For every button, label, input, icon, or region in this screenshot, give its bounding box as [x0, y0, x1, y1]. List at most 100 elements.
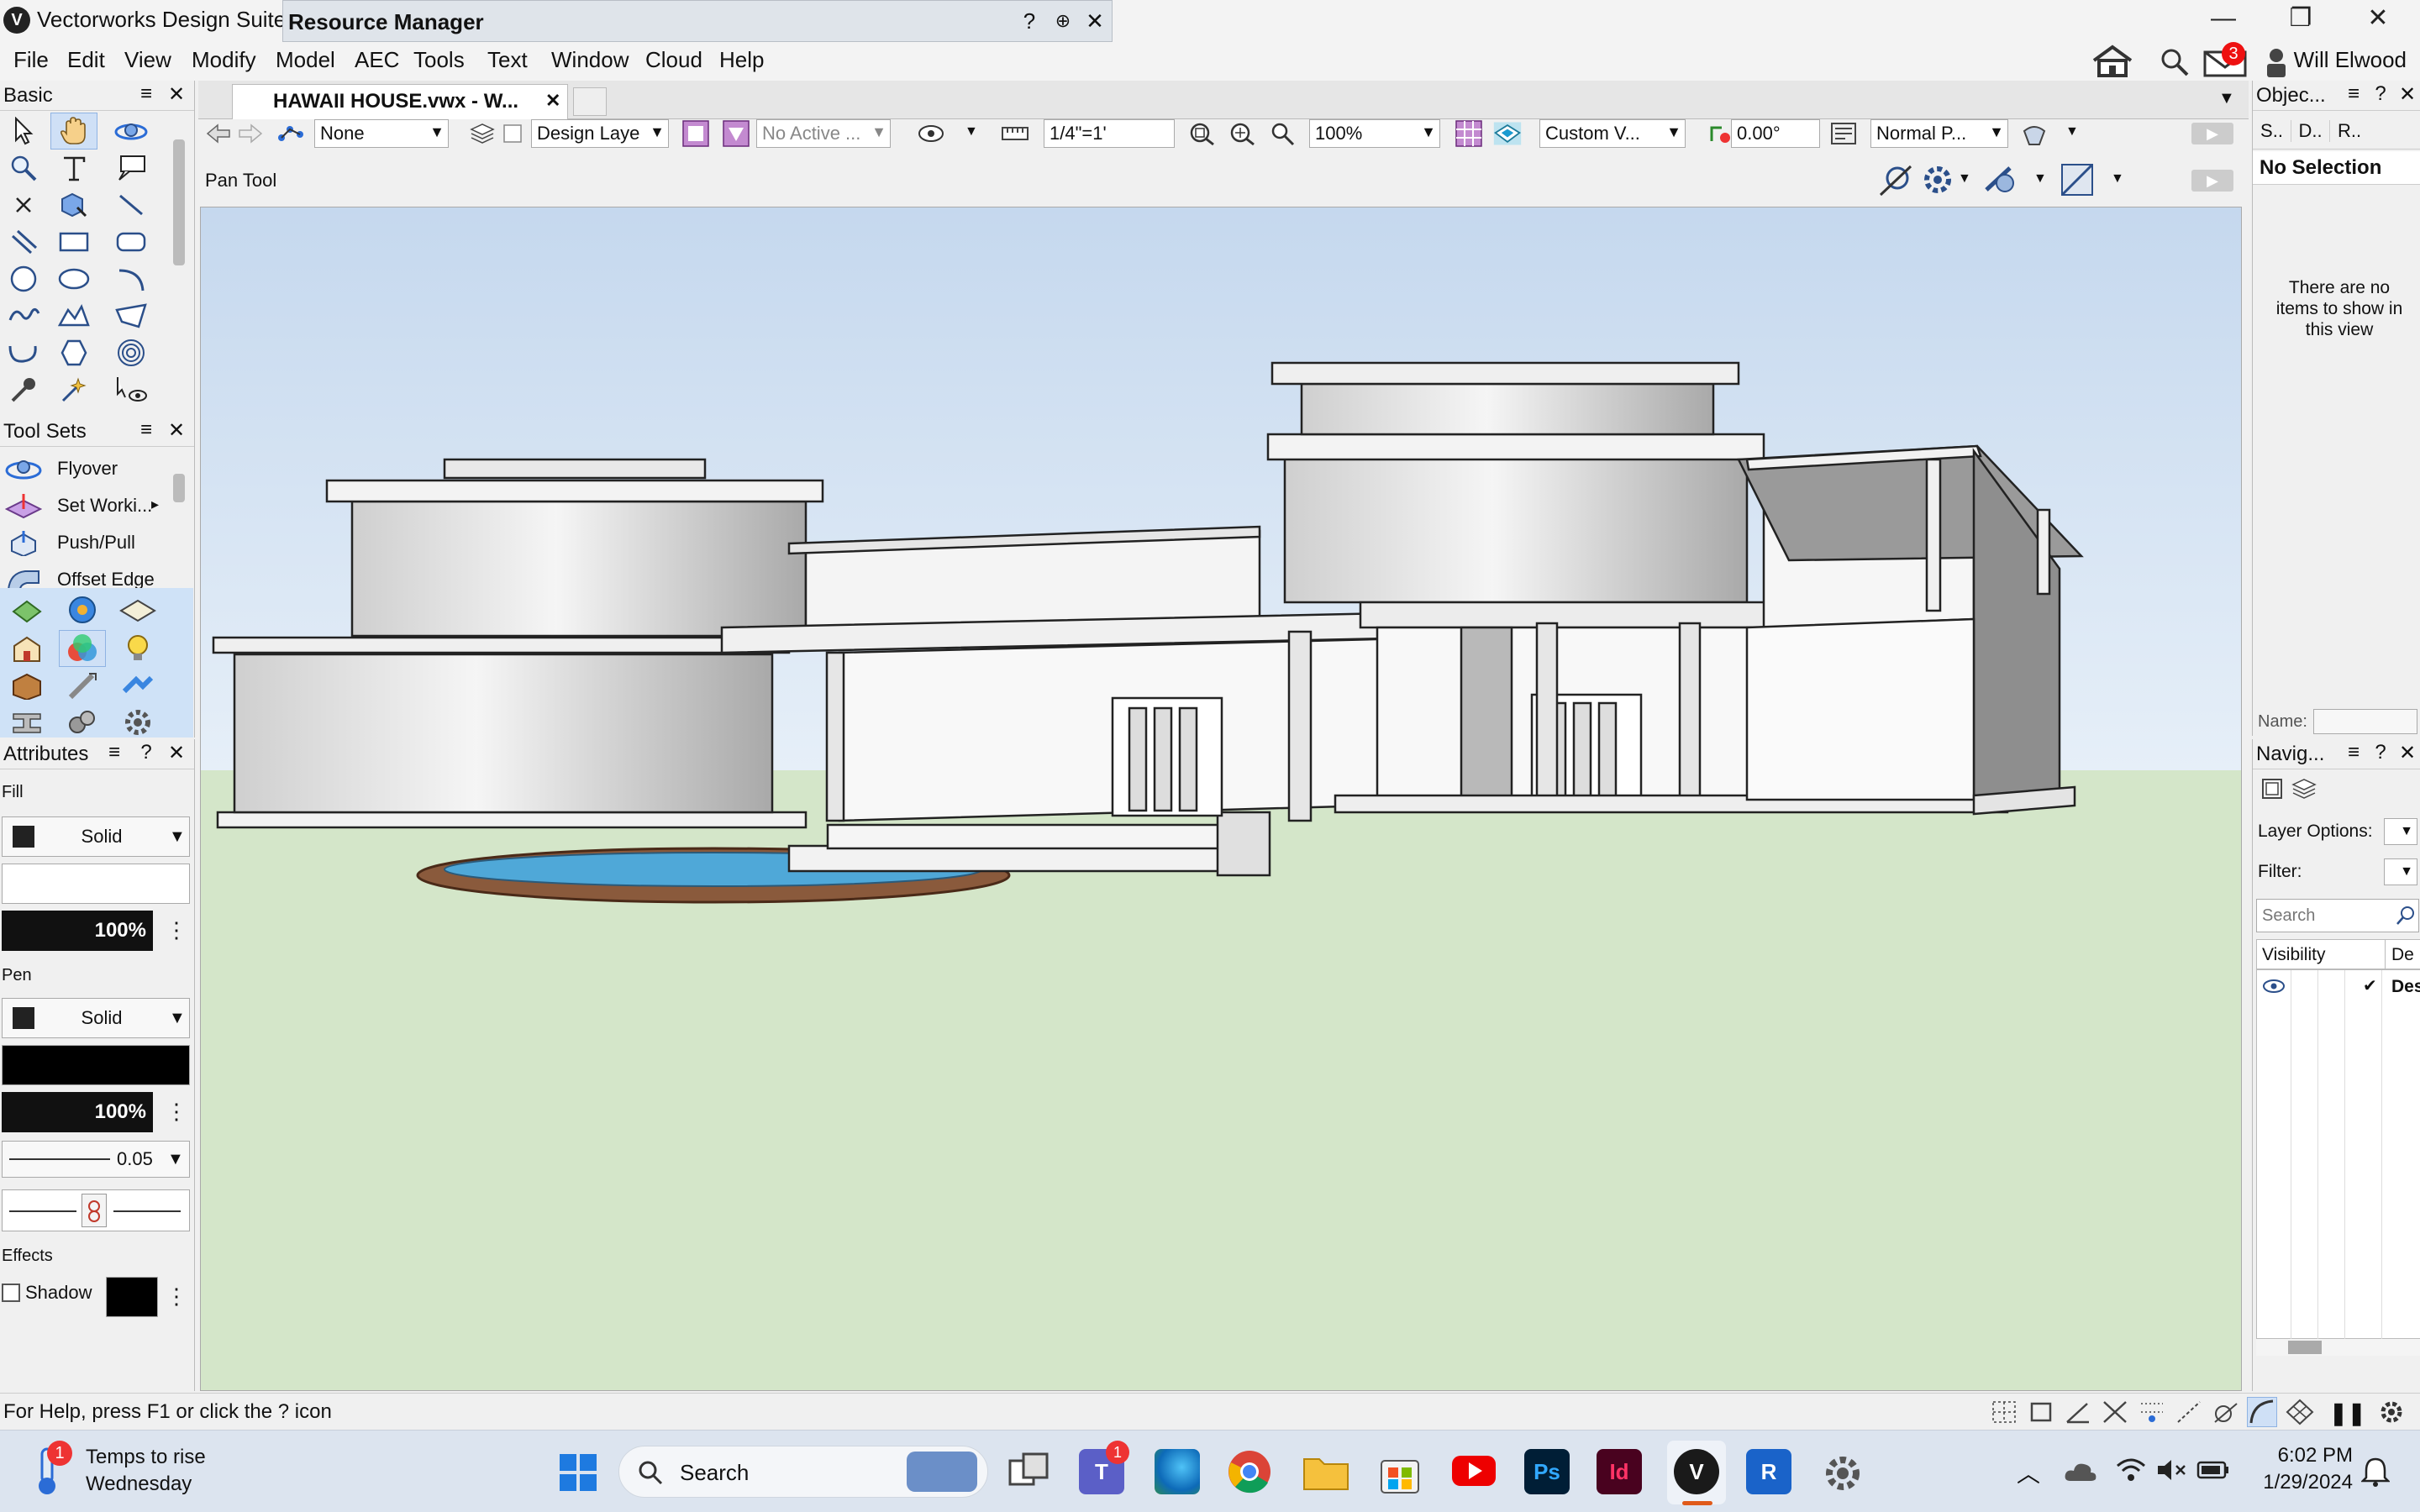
- settings-gear-icon[interactable]: [1921, 163, 1954, 202]
- palette-close-icon[interactable]: ✕: [2396, 741, 2419, 765]
- building-shell-toolset-icon[interactable]: [3, 630, 50, 667]
- saved-views-icon[interactable]: [681, 119, 711, 148]
- user-name[interactable]: Will Elwood: [2294, 47, 2407, 73]
- help-icon[interactable]: ?: [134, 741, 158, 764]
- circle-tool-icon[interactable]: [0, 260, 47, 297]
- chrome-browser-icon[interactable]: [1227, 1449, 1272, 1500]
- volume-muted-icon[interactable]: [2156, 1457, 2186, 1488]
- horizontal-scrollbar[interactable]: [2256, 1339, 2420, 1356]
- back-arrow-icon[interactable]: [203, 119, 234, 148]
- class-icon[interactable]: [276, 119, 306, 148]
- pen-color-field[interactable]: [2, 1045, 190, 1085]
- rounded-rectangle-tool-icon[interactable]: [108, 223, 155, 260]
- resource-manager-window-bar[interactable]: Resource Manager ? ⊕ ✕: [282, 0, 1113, 42]
- flyover-tool-icon[interactable]: [108, 113, 155, 150]
- pen-style-dropdown[interactable]: Solid ▼: [2, 998, 190, 1038]
- arc-tool-icon[interactable]: [108, 260, 155, 297]
- weather-line1[interactable]: Temps to rise: [86, 1446, 206, 1469]
- fit-to-objects-icon[interactable]: [1186, 119, 1217, 148]
- line-weight-dropdown[interactable]: 0.05 ▼: [2, 1141, 190, 1178]
- drawing-canvas[interactable]: [200, 207, 2242, 1391]
- menu-view[interactable]: View: [124, 47, 171, 73]
- snap-to-loci-icon[interactable]: [2286, 1399, 2314, 1431]
- taskbar-search-box[interactable]: Search: [618, 1446, 988, 1498]
- toolset-item-flyover[interactable]: Flyover: [0, 450, 168, 487]
- palette-menu-icon[interactable]: ≡: [103, 741, 126, 764]
- close-tab-icon[interactable]: ✕: [545, 90, 560, 112]
- visualization-toolset-icon[interactable]: [59, 591, 106, 628]
- shadow-color-swatch[interactable]: [106, 1277, 158, 1317]
- plumbing-toolset-icon[interactable]: [114, 667, 161, 704]
- snap-to-tangent-icon[interactable]: [2212, 1399, 2240, 1431]
- task-view-icon[interactable]: [1007, 1452, 1050, 1499]
- onedrive-cloud-icon[interactable]: [2064, 1461, 2097, 1488]
- rotation-field[interactable]: 0.00°: [1731, 119, 1820, 148]
- fit-to-page-icon[interactable]: [1227, 119, 1257, 148]
- battery-icon[interactable]: [2196, 1459, 2230, 1487]
- smart-edge-icon[interactable]: [2175, 1399, 2203, 1431]
- furniture-toolset-icon[interactable]: [3, 667, 50, 704]
- tab-render[interactable]: R..: [2330, 120, 2369, 142]
- sheets-tab-icon[interactable]: [2260, 776, 2285, 807]
- fill-color-field[interactable]: [2, 864, 190, 904]
- smart-points-icon[interactable]: [2138, 1399, 2166, 1431]
- tab-list-arrow-icon[interactable]: ▼: [2218, 89, 2235, 108]
- visualization-lighting-toolset-icon[interactable]: [59, 630, 106, 667]
- menu-file[interactable]: File: [13, 47, 49, 73]
- help-icon[interactable]: ?: [2369, 82, 2392, 106]
- notification-bell-icon[interactable]: [2360, 1456, 2391, 1494]
- tab-shape[interactable]: S..: [2253, 119, 2291, 142]
- modebar-overflow-button[interactable]: ▶: [2191, 170, 2233, 192]
- pan-tool-icon[interactable]: [50, 113, 97, 150]
- palette-menu-icon[interactable]: ≡: [134, 418, 158, 442]
- sheet-dropdown[interactable]: No Active ... ▼: [756, 119, 891, 148]
- snap-to-intersection-icon[interactable]: [2101, 1399, 2129, 1431]
- home-icon[interactable]: [2089, 44, 2136, 85]
- search-icon[interactable]: [2160, 47, 2190, 83]
- more-options-icon[interactable]: ⋮: [161, 911, 192, 951]
- scale-icon[interactable]: [1000, 119, 1030, 148]
- menu-help[interactable]: Help: [719, 47, 764, 73]
- lighting-toolset-icon[interactable]: [114, 630, 161, 667]
- freehand-tool-icon[interactable]: [0, 297, 47, 334]
- structural-toolset-icon[interactable]: [3, 704, 50, 741]
- fill-opacity-bar[interactable]: 100%: [2, 911, 153, 951]
- visibility-tool-icon[interactable]: [108, 371, 155, 408]
- flyover-options-icon[interactable]: [1980, 161, 2018, 204]
- polyline-tool-icon[interactable]: [50, 297, 97, 334]
- clock-time[interactable]: 6:02 PM: [2269, 1444, 2353, 1467]
- oval-tool-icon[interactable]: [50, 260, 97, 297]
- layers-tab-icon[interactable]: [2291, 776, 2317, 807]
- scale-field[interactable]: 1/4"=1': [1044, 119, 1175, 148]
- close-window-button[interactable]: ✕: [2339, 0, 2417, 39]
- fill-style-dropdown[interactable]: Solid ▼: [2, 816, 190, 857]
- settings-gear-icon[interactable]: [1822, 1452, 1864, 1500]
- search-box[interactable]: Search: [2256, 899, 2419, 932]
- spiral-curve-tool-icon[interactable]: [0, 334, 47, 371]
- eyedropper-tool-icon[interactable]: [0, 371, 47, 408]
- restore-button[interactable]: ❐: [2262, 0, 2339, 39]
- help-icon[interactable]: ?: [2369, 741, 2392, 764]
- regular-polygon-tool-icon[interactable]: [50, 334, 97, 371]
- chevron-up-icon[interactable]: ︿: [2017, 1456, 2040, 1489]
- locus-tool-icon[interactable]: [0, 186, 47, 223]
- menu-edit[interactable]: Edit: [67, 47, 105, 73]
- palette-close-icon[interactable]: ✕: [165, 418, 188, 443]
- pin-icon[interactable]: ⊕: [1048, 6, 1078, 36]
- user-lock-icon[interactable]: [2264, 47, 2289, 85]
- toolset-item-push-pull[interactable]: Push/Pull: [0, 524, 168, 561]
- zoom-dropdown[interactable]: 100% ▼: [1309, 119, 1440, 148]
- chevron-down-icon[interactable]: ▼: [2065, 124, 2079, 139]
- menu-aec[interactable]: AEC: [355, 47, 399, 73]
- basic-palette-scrollbar[interactable]: [173, 139, 185, 265]
- more-options-icon[interactable]: ⋮: [161, 1277, 192, 1317]
- chevron-down-icon[interactable]: ▼: [965, 124, 978, 139]
- column-design-layer[interactable]: De: [2391, 945, 2414, 965]
- double-line-tool-icon[interactable]: [0, 223, 47, 260]
- more-options-icon[interactable]: ⋮: [161, 1092, 192, 1132]
- edge-browser-icon[interactable]: [1155, 1449, 1200, 1494]
- palette-menu-icon[interactable]: ≡: [134, 82, 158, 106]
- windows-start-icon[interactable]: [558, 1452, 598, 1499]
- layer-options-dropdown[interactable]: ▼: [2384, 818, 2417, 845]
- document-tab[interactable]: HAWAII HOUSE.vwx - W... ✕: [232, 84, 568, 119]
